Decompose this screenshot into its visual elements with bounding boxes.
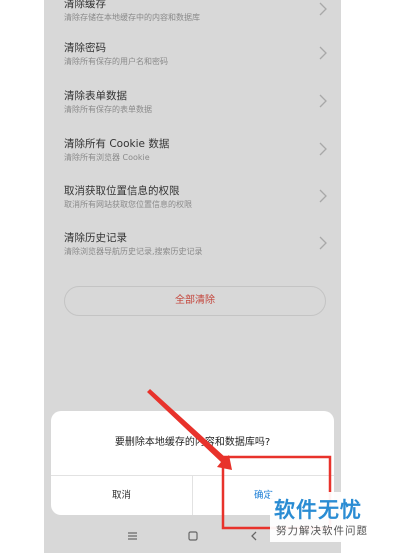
watermark-logo: 软件无忧 努力解决软件问题 [270, 492, 395, 542]
watermark-subtitle: 努力解决软件问题 [276, 525, 368, 537]
annotation-overlay [147, 389, 332, 530]
watermark-title: 软件无忧 [274, 498, 362, 522]
annotation-arrow [147, 389, 232, 470]
